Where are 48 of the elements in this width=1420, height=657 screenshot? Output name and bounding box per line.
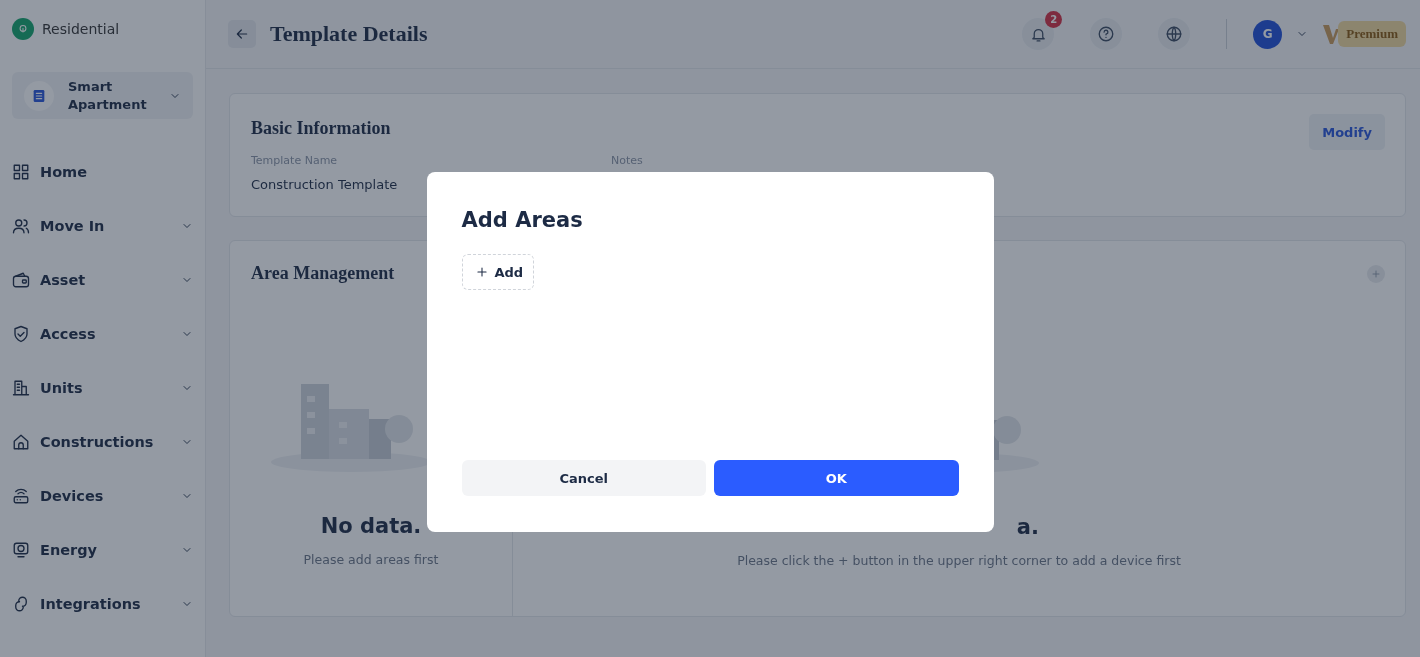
nav-item[interactable]: Integrations (12, 577, 193, 631)
empty-title: No data. (320, 514, 422, 538)
nav-item[interactable]: Move In (12, 199, 193, 253)
grid-icon (12, 163, 30, 181)
field-label: Notes (611, 154, 644, 167)
premium-badge: Premium (1338, 21, 1406, 47)
help-button[interactable] (1090, 18, 1123, 50)
card-title: Basic Information (251, 118, 391, 139)
modify-button[interactable]: Modify (1309, 114, 1385, 150)
nav-item[interactable]: Asset (12, 253, 193, 307)
help-icon (1097, 25, 1116, 43)
cancel-button[interactable]: Cancel (461, 460, 706, 496)
nav-item[interactable]: Units (12, 361, 193, 415)
user-avatar[interactable]: G (1253, 19, 1283, 49)
plus-icon (1370, 268, 1382, 280)
nav-item[interactable]: Energy (12, 523, 193, 577)
plus-icon (474, 265, 489, 279)
add-area-button[interactable]: Add (461, 254, 535, 290)
field-value: Construction Template (251, 177, 399, 192)
dialog-title: Add Areas (461, 208, 584, 232)
ok-button[interactable]: OK (714, 460, 959, 496)
empty-message: Please click the + button in the upper right corner to add a device first (737, 553, 1181, 568)
monitor-icon (12, 541, 30, 559)
building-icon (12, 379, 30, 397)
language-button[interactable] (1158, 18, 1191, 50)
router-icon (12, 487, 30, 505)
arrow-left-icon (234, 26, 250, 42)
shield-icon (12, 325, 30, 343)
project-selector[interactable]: Smart Apartment (12, 72, 193, 119)
house-icon (12, 433, 30, 451)
list-icon (31, 87, 47, 104)
field-label: Template Name (251, 154, 339, 167)
back-button[interactable] (228, 20, 256, 48)
nav-item[interactable]: Access (12, 307, 193, 361)
wallet-icon (12, 271, 30, 289)
brand-name: Residential (42, 21, 120, 37)
globe-icon (1165, 25, 1184, 43)
page-title: Template Details (270, 21, 429, 47)
nav-item[interactable]: Devices (12, 469, 193, 523)
empty-message: Please add areas first (303, 552, 439, 567)
nav-item[interactable]: Home (12, 145, 193, 199)
notification-count: 2 (1045, 11, 1063, 28)
card-title: Area Management (251, 263, 395, 284)
brand-logo-icon (12, 18, 34, 40)
nav-item[interactable]: Constructions (12, 415, 193, 469)
link-icon (12, 595, 30, 613)
people-icon (12, 217, 30, 235)
empty-title: a. (1015, 515, 1039, 539)
